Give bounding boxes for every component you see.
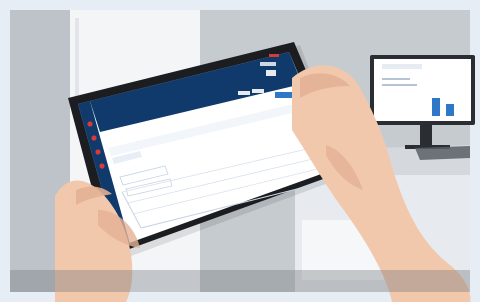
sidebar-icon [87, 121, 93, 127]
sidebar-icon [91, 135, 97, 141]
floor [10, 270, 470, 292]
header-red-indicator [269, 54, 279, 57]
monitor-line [382, 78, 410, 80]
monitor-bar [432, 98, 440, 116]
monitor-bar [446, 104, 454, 116]
photo-scene [0, 0, 480, 302]
monitor-header [382, 64, 422, 69]
scene-svg [0, 0, 480, 302]
cabinet-handle [75, 18, 79, 108]
header-pill [252, 89, 264, 93]
keyboard [415, 146, 470, 160]
sidebar-icon [95, 149, 101, 155]
header-number [266, 70, 276, 76]
monitor-stand [420, 125, 432, 145]
header-pill [238, 91, 250, 95]
header-text [260, 62, 276, 66]
sidebar-icon [99, 163, 105, 169]
monitor-line [382, 84, 417, 86]
